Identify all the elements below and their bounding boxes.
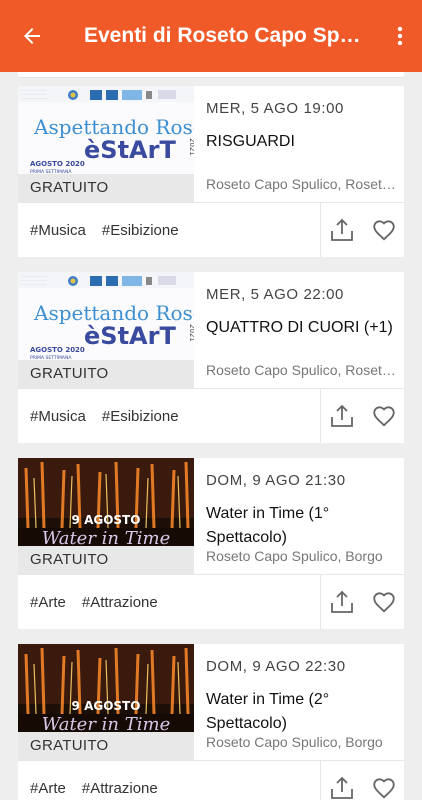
favorite-button[interactable] xyxy=(364,389,404,443)
event-title: QUATTRO DI CUORI (+1) xyxy=(206,319,393,336)
poster-line-3: AGOSTO 2020 xyxy=(30,160,85,168)
price-badge: GRATUITO xyxy=(18,546,194,574)
favorite-button[interactable] xyxy=(364,575,404,629)
event-card[interactable]: 9 AGOSTO Water in Time GRATUITO DOM, 9 A… xyxy=(18,644,404,800)
poster-line-1: 9 AGOSTO xyxy=(72,699,141,713)
share-button[interactable] xyxy=(321,389,363,443)
event-title: Water in Time (2° Spettacolo) xyxy=(206,691,330,732)
svg-text:- - - - - - - - - - - - - - -: - - - - - - - - - - - - - - - - xyxy=(21,283,46,286)
tag[interactable]: #Esibizione xyxy=(102,222,179,239)
arrow-back-icon xyxy=(24,28,40,44)
event-card[interactable]: - - - - - - - - - - - - - - - - - - - - … xyxy=(18,86,404,257)
tag-list: #Musica #Esibizione xyxy=(30,389,179,443)
share-button[interactable] xyxy=(321,203,363,257)
event-card-body[interactable]: 9 AGOSTO Water in Time GRATUITO DOM, 9 A… xyxy=(18,644,404,760)
event-card-body[interactable]: - - - - - - - - - - - - - - - - - - - - … xyxy=(18,86,404,202)
event-date: MER, 5 AGO 19:00 xyxy=(206,100,344,117)
poster-line-3: AGOSTO 2020 xyxy=(30,346,85,354)
favorite-button[interactable] xyxy=(364,203,404,257)
tag-list: #Arte #Attrazione xyxy=(30,761,158,800)
favorite-button[interactable] xyxy=(364,761,404,800)
share-button[interactable] xyxy=(321,761,363,800)
event-list[interactable]: - - - - - - - - - - - - - - - - - - - - … xyxy=(0,72,422,800)
svg-text:- - - - - - - - - - - - - - -: - - - - - - - - - - - - - - - - xyxy=(21,279,46,282)
heart-outline-icon xyxy=(373,592,395,613)
poster-line-2: èStArT xyxy=(84,322,176,350)
svg-text:- - - - - - - - - - - - - - -: - - - - - - - - - - - - - - - - xyxy=(21,97,46,100)
event-card[interactable]: - - - - - - - - - - - - - - - - - - - - … xyxy=(18,272,404,443)
tag[interactable]: #Attrazione xyxy=(82,594,158,611)
tag[interactable]: #Arte xyxy=(30,594,66,611)
share-icon xyxy=(331,776,353,799)
poster-line-2: èStArT xyxy=(84,136,176,164)
event-card[interactable]: 9 AGOSTO Water in Time GRATUITO DOM, 9 A… xyxy=(18,458,404,629)
more-vertical-icon xyxy=(397,26,403,46)
event-card-body[interactable]: 9 AGOSTO Water in Time GRATUITO DOM, 9 A… xyxy=(18,458,404,574)
back-button[interactable] xyxy=(0,0,64,72)
event-date: DOM, 9 AGO 22:30 xyxy=(206,658,346,675)
tag[interactable]: #Musica xyxy=(30,222,86,239)
event-title: RISGUARDI xyxy=(206,133,295,150)
tag-list: #Arte #Attrazione xyxy=(30,575,158,629)
event-location: Roseto Capo Spulico, Roseto Capo Spulico xyxy=(206,362,398,378)
share-icon xyxy=(331,590,353,613)
tag[interactable]: #Arte xyxy=(30,780,66,797)
event-date: DOM, 9 AGO 21:30 xyxy=(206,472,346,489)
previous-card-edge xyxy=(18,72,404,78)
poster-line-1: 9 AGOSTO xyxy=(72,513,141,527)
price-badge: GRATUITO xyxy=(18,174,194,202)
page-title: Eventi di Roseto Capo Spulico xyxy=(84,24,378,47)
tag[interactable]: #Attrazione xyxy=(82,780,158,797)
svg-text:- - - - - - - - - - - - - - -: - - - - - - - - - - - - - - - - xyxy=(21,93,46,96)
app-bar: Eventi di Roseto Capo Spulico xyxy=(0,0,422,72)
tag[interactable]: #Musica xyxy=(30,408,86,425)
event-card-body[interactable]: - - - - - - - - - - - - - - - - - - - - … xyxy=(18,272,404,388)
heart-outline-icon xyxy=(373,220,395,241)
share-button[interactable] xyxy=(321,575,363,629)
tag[interactable]: #Esibizione xyxy=(102,408,179,425)
share-icon xyxy=(331,404,353,427)
svg-text:- - - - - - - - - - - - - - -: - - - - - - - - - - - - - - - - xyxy=(21,275,46,278)
price-badge: GRATUITO xyxy=(18,732,194,760)
heart-outline-icon xyxy=(373,406,395,427)
event-location: Roseto Capo Spulico, Roseto Capo Spulico xyxy=(206,176,398,192)
poster-year: 2021 xyxy=(188,324,194,342)
overflow-menu-button[interactable] xyxy=(378,0,422,72)
heart-outline-icon xyxy=(373,778,395,799)
event-title: Water in Time (1° Spettacolo) xyxy=(206,505,330,546)
event-date: MER, 5 AGO 22:00 xyxy=(206,286,344,303)
event-location: Roseto Capo Spulico, Borgo xyxy=(206,734,383,750)
share-icon xyxy=(331,218,353,241)
poster-year: 2021 xyxy=(188,138,194,156)
tag-list: #Musica #Esibizione xyxy=(30,203,179,257)
event-location: Roseto Capo Spulico, Borgo xyxy=(206,548,383,564)
svg-text:- - - - - - - - - - - - - - -: - - - - - - - - - - - - - - - - xyxy=(21,89,46,92)
price-badge: GRATUITO xyxy=(18,360,194,388)
